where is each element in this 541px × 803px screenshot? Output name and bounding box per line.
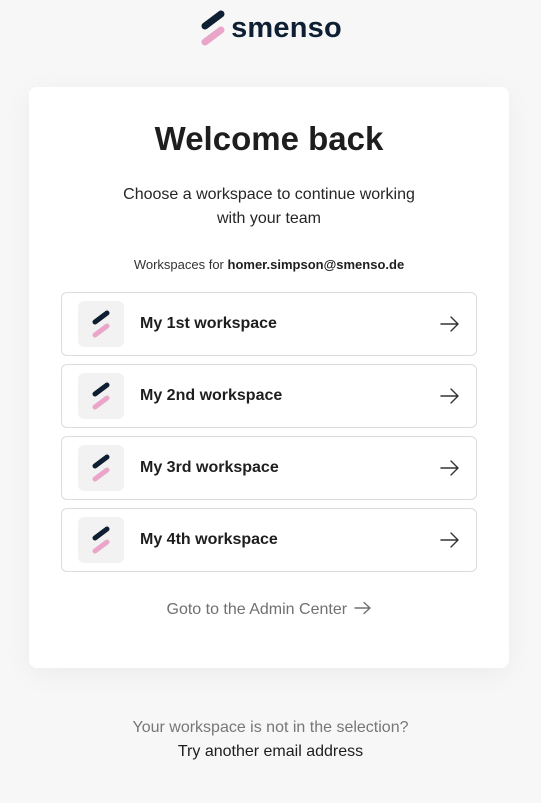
workspace-list: My 1st workspace My 2nd workspace My 3rd… <box>61 292 477 580</box>
workspace-logo-icon <box>78 445 124 491</box>
arrow-right-icon <box>440 532 459 548</box>
brand-name: smenso <box>231 11 342 44</box>
workspaces-for-label: Workspaces for <box>133 257 224 272</box>
smenso-logo-icon <box>201 10 225 46</box>
workspace-card: Welcome back Choose a workspace to conti… <box>29 87 509 668</box>
workspace-item-1[interactable]: My 1st workspace <box>61 292 477 356</box>
workspace-logo-icon <box>78 373 124 419</box>
arrow-right-icon <box>353 601 371 615</box>
workspace-name: My 2nd workspace <box>140 387 283 404</box>
workspace-item-2[interactable]: My 2nd workspace <box>61 364 477 428</box>
workspaces-for-line: Workspaces for homer.simpson@smenso.de <box>29 257 509 272</box>
page: smenso Welcome back Choose a workspace t… <box>0 0 541 803</box>
workspace-name: My 1st workspace <box>140 315 277 332</box>
arrow-right-icon <box>440 316 459 332</box>
brand-logo: smenso <box>0 8 541 48</box>
workspace-item-3[interactable]: My 3rd workspace <box>61 436 477 500</box>
workspace-logo-icon <box>78 301 124 347</box>
arrow-right-icon <box>440 388 459 404</box>
try-another-email-link[interactable]: Try another email address <box>0 743 541 761</box>
workspace-item-4[interactable]: My 4th workspace <box>61 508 477 572</box>
admin-center-link[interactable]: Goto to the Admin Center <box>29 601 509 619</box>
not-in-selection-text: Your workspace is not in the selection? <box>132 719 409 736</box>
admin-center-label: Goto to the Admin Center <box>166 601 348 618</box>
page-title: Welcome back <box>154 120 384 157</box>
subtitle: Choose a workspace to continue working w… <box>123 186 415 227</box>
account-email: homer.simpson@smenso.de <box>227 257 405 272</box>
workspace-logo-icon <box>78 517 124 563</box>
arrow-right-icon <box>440 460 459 476</box>
workspace-name: My 4th workspace <box>140 531 278 548</box>
workspace-name: My 3rd workspace <box>140 459 279 476</box>
